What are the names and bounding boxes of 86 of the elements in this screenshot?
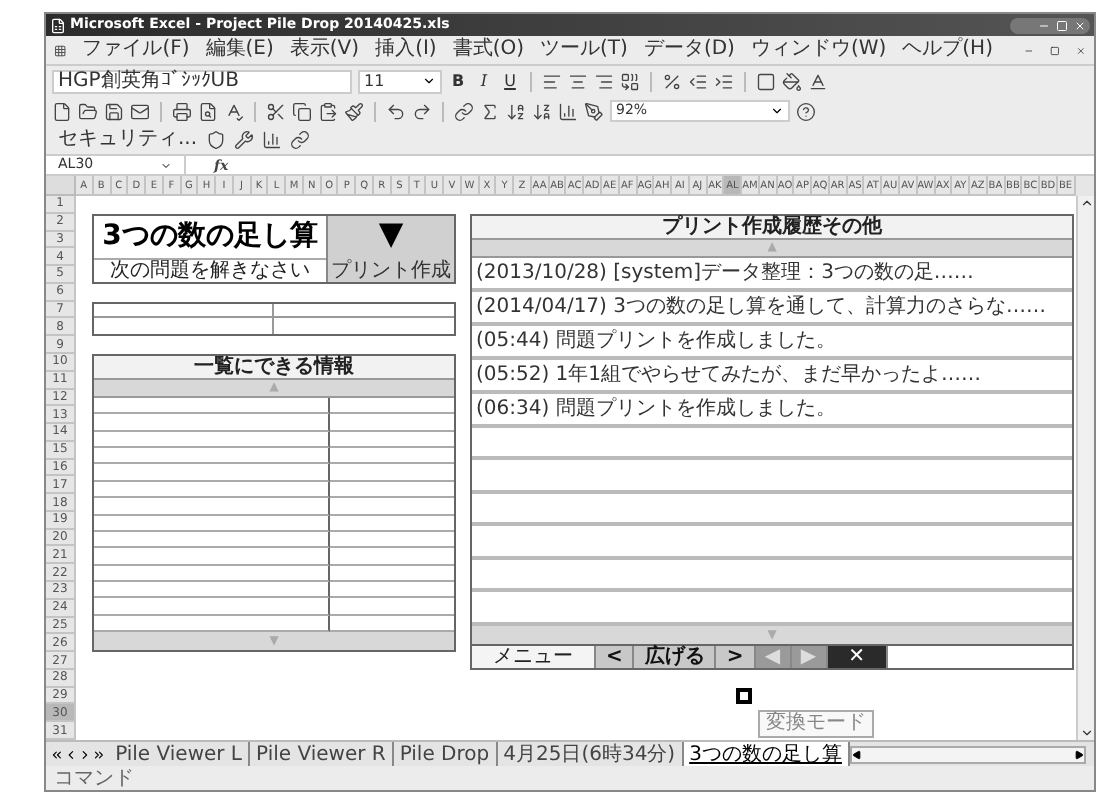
print-button[interactable]: ▼ プリント作成 (326, 215, 454, 282)
menu-item[interactable]: 表示(V) (289, 38, 360, 62)
sheet-button[interactable]: < (596, 645, 635, 668)
redo-icon[interactable] (412, 101, 432, 121)
menu-item[interactable]: ヘルプ(H) (902, 38, 993, 62)
bold-button[interactable]: B (448, 69, 468, 93)
history-entry[interactable]: (2013/10/28) [system]データ整理：3つの数の足…… (472, 257, 1072, 292)
undo-icon[interactable] (386, 101, 406, 121)
menu-item[interactable]: ウィンドウ(W) (750, 38, 887, 62)
history-entry[interactable]: (05:44) 問題プリントを作成しました。 (472, 325, 1072, 360)
font-size-field[interactable]: 11 (358, 69, 442, 93)
first-sheet-icon[interactable] (50, 747, 64, 761)
menu-item[interactable]: 書式(O) (452, 38, 525, 62)
dropdown-icon (160, 159, 172, 171)
history-entry[interactable]: (05:52) 1年1組でやらせてみたが、まだ早かったよ…… (472, 359, 1072, 394)
folder-icon[interactable] (78, 101, 98, 121)
spell-check-icon[interactable] (224, 101, 244, 121)
chart-icon[interactable] (558, 101, 578, 121)
sheet-icon[interactable] (54, 41, 67, 59)
instruction-text: 次の問題を解きなさい (108, 259, 312, 282)
copy-icon[interactable] (292, 101, 312, 121)
dropdown-icon (422, 74, 436, 88)
history-entry[interactable]: (06:34) 問題プリントを作成しました。 (472, 393, 1072, 428)
save-icon[interactable] (104, 101, 124, 121)
sum-icon[interactable] (480, 101, 500, 121)
horizontal-scrollbar[interactable] (849, 745, 1087, 763)
history-entry[interactable]: (2014/04/17) 3つの数の足し算を通して、計算力のさらな…… (472, 291, 1072, 326)
sheet-button[interactable]: 広げる (634, 645, 717, 668)
sort-ascending-icon[interactable] (506, 101, 526, 121)
underline-button[interactable]: U (500, 69, 520, 93)
indent-decrease-icon[interactable] (688, 71, 708, 91)
list-header: 一覧にできる情報 (94, 355, 454, 380)
mail-icon[interactable] (130, 101, 150, 121)
menu-item[interactable]: ファイル(F) (82, 38, 190, 62)
next-sheet-icon[interactable] (77, 747, 92, 761)
sort-descending-icon[interactable] (532, 101, 552, 121)
ime-mode-icon[interactable] (736, 688, 752, 704)
restore-icon[interactable] (1050, 43, 1061, 57)
previous-sheet-icon[interactable] (63, 747, 78, 761)
cut-icon[interactable] (266, 101, 286, 121)
scroll-left-icon[interactable] (851, 749, 862, 759)
new-file-icon[interactable] (52, 101, 72, 121)
close-icon[interactable] (1076, 43, 1087, 57)
link-icon[interactable] (289, 130, 310, 150)
pen-icon[interactable] (584, 101, 604, 121)
align-right-icon[interactable] (594, 71, 614, 91)
excel-icon (50, 17, 66, 33)
shield-icon[interactable] (205, 130, 226, 150)
close-icon[interactable] (1074, 19, 1086, 31)
menu-item[interactable]: 編集(E) (205, 38, 274, 62)
link-icon[interactable] (454, 101, 474, 121)
history-header: プリント作成履歴その他 (472, 215, 1072, 240)
maximize-icon[interactable] (1056, 19, 1068, 31)
font-field[interactable]: HGP創英角ｺﾞｼｯｸUB (52, 69, 352, 93)
chart-icon[interactable] (261, 130, 282, 150)
brush-icon[interactable] (344, 101, 364, 121)
border-icon[interactable] (756, 71, 776, 91)
align-center-icon[interactable] (568, 71, 588, 91)
paste-icon[interactable] (318, 101, 338, 121)
ime-tooltip: 変換モード (758, 710, 874, 738)
sheet-tab[interactable]: 3つの数の足し算 (683, 742, 850, 766)
menu-item[interactable]: ツール(T) (540, 38, 628, 62)
font-color-icon[interactable] (808, 71, 828, 91)
italic-button[interactable]: I (474, 69, 494, 93)
scroll-up-icon[interactable] (1079, 196, 1093, 210)
menu-item[interactable]: 挿入(I) (375, 38, 437, 62)
help-icon[interactable] (796, 101, 816, 121)
vertical-scrollbar[interactable] (1076, 196, 1094, 740)
scroll-right-icon[interactable] (1074, 749, 1085, 759)
menu-item[interactable]: データ(D) (643, 38, 735, 62)
merge-icon[interactable] (620, 71, 640, 91)
indent-increase-icon[interactable] (714, 71, 734, 91)
print-preview-icon[interactable] (198, 101, 218, 121)
fill-color-icon[interactable] (782, 71, 802, 91)
last-sheet-icon[interactable] (91, 747, 106, 761)
tools-icon[interactable] (233, 130, 254, 150)
printer-icon[interactable] (172, 101, 192, 121)
security-button[interactable]: セキュリティ... (58, 128, 198, 152)
window-controls[interactable] (1010, 17, 1090, 33)
dropdown-icon (770, 104, 784, 118)
status-text: コマンド (54, 767, 134, 789)
sheet-button[interactable]: > (716, 645, 756, 668)
scroll-down-icon[interactable] (1079, 726, 1093, 740)
sheet-button[interactable]: メニュー (472, 645, 596, 668)
percent-icon[interactable] (662, 71, 682, 91)
align-left-icon[interactable] (542, 71, 562, 91)
